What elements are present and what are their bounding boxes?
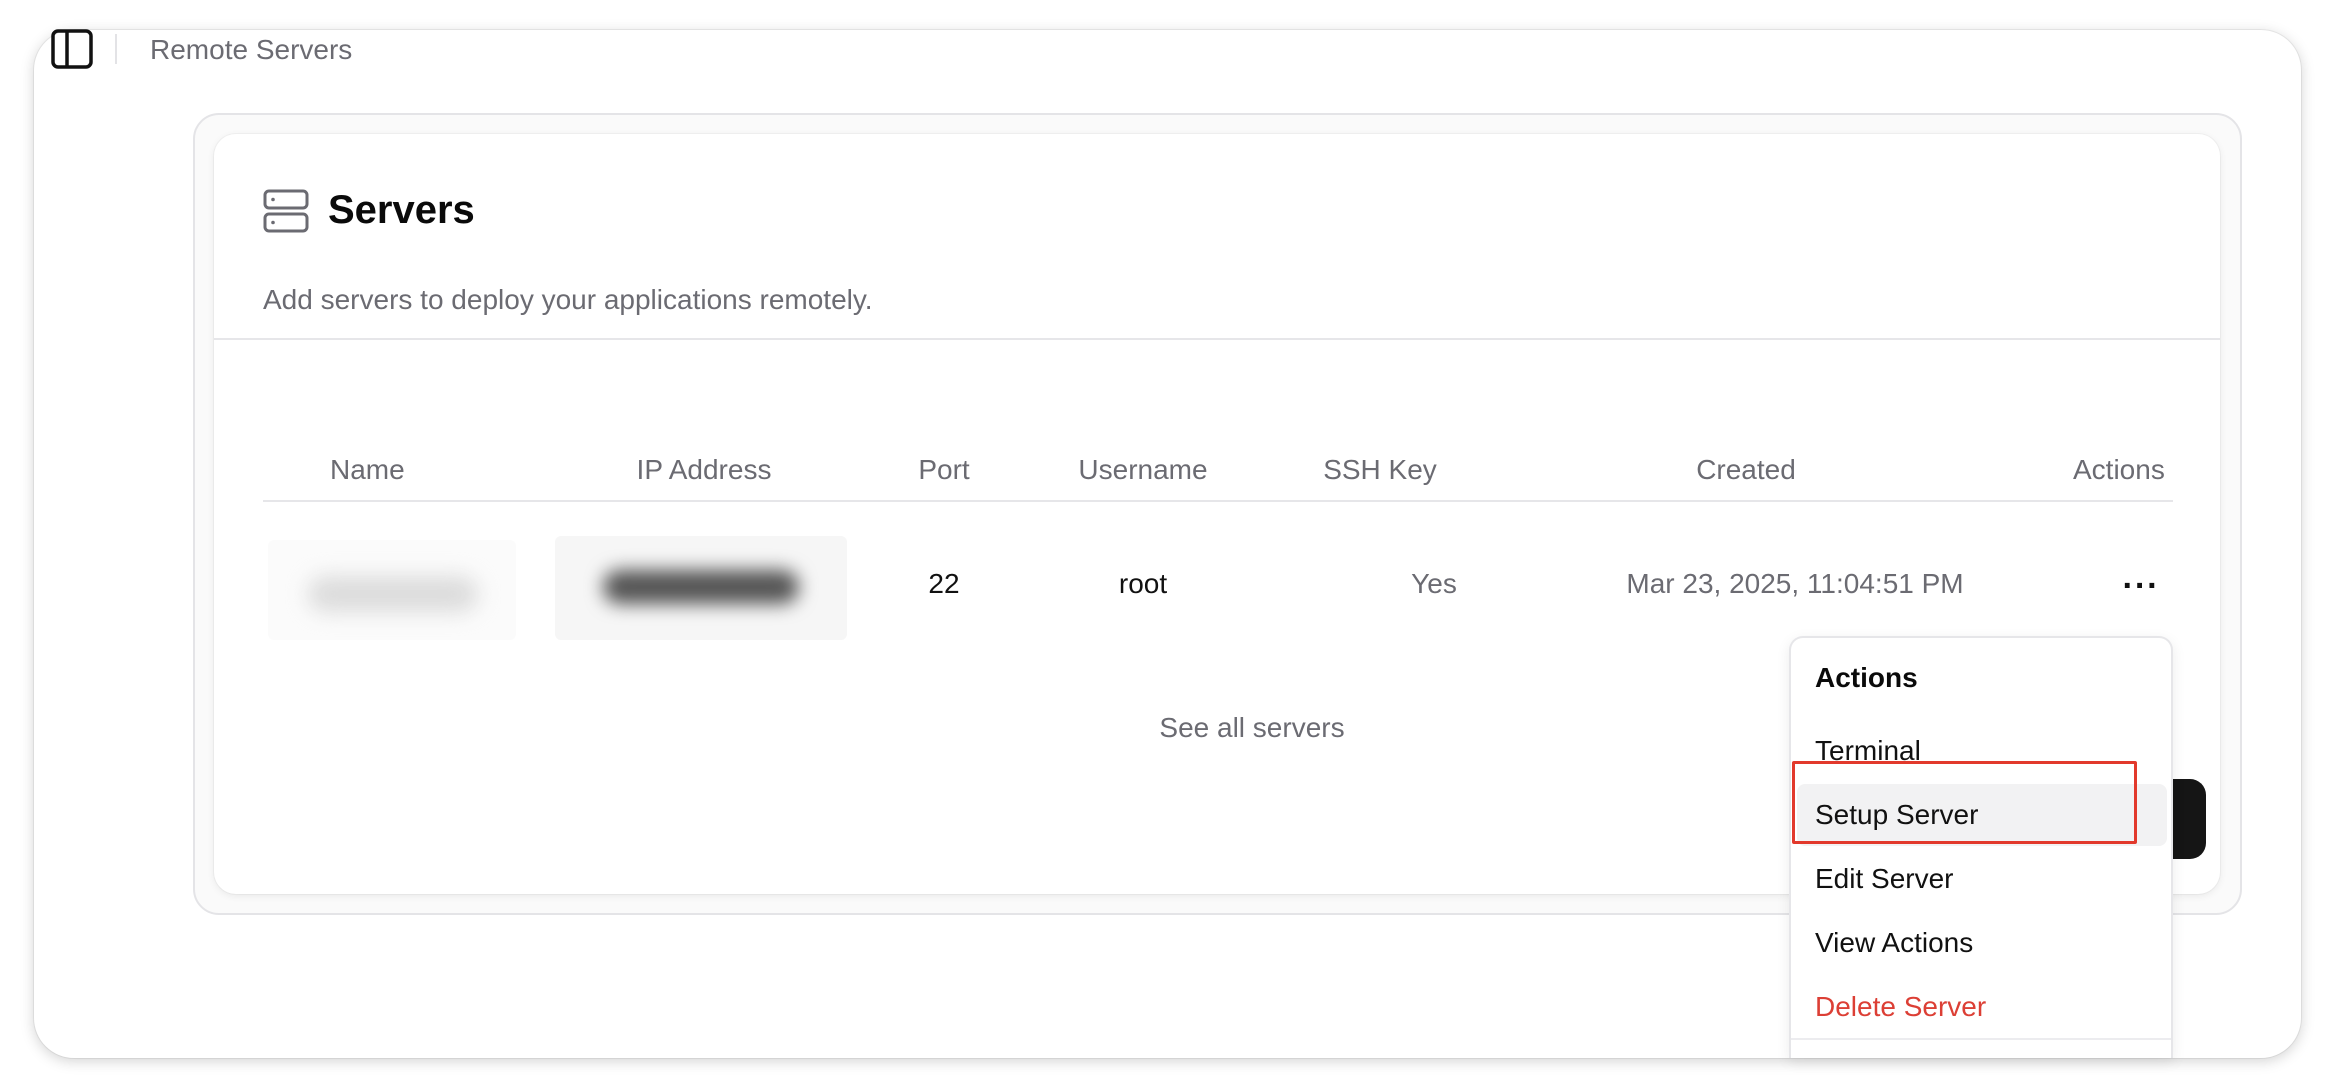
topbar-separator (115, 34, 117, 64)
column-header-port: Port (918, 454, 970, 485)
card-description: Add servers to deploy your applications … (263, 284, 873, 315)
menu-label: Actions (1815, 662, 1918, 693)
server-name-redacted (268, 540, 516, 640)
cell-port: 22 (928, 568, 960, 599)
column-header-username: Username (1078, 454, 1208, 485)
column-header-name: Name (330, 454, 405, 485)
server-ip-redacted (555, 536, 847, 640)
row-actions-button[interactable]: ··· (2116, 569, 2166, 612)
cell-ssh-key: Yes (1411, 568, 1457, 599)
menu-divider (1791, 1038, 2171, 1040)
menu-item-view-actions[interactable]: View Actions (1797, 912, 2167, 974)
actions-dropdown-menu: Actions Terminal Setup Server Edit Serve… (1789, 636, 2173, 1058)
column-header-ssh-key: SSH Key (1323, 454, 1437, 485)
menu-item-delete-server[interactable]: Delete Server (1797, 976, 2167, 1038)
column-header-ip: IP Address (636, 454, 772, 485)
ellipsis-icon: ··· (2122, 567, 2160, 605)
menu-item-terminal[interactable]: Terminal (1797, 720, 2167, 782)
cell-created: Mar 23, 2025, 11:04:51 PM (1626, 568, 1964, 599)
column-header-created: Created (1696, 454, 1796, 485)
server-stack-icon (263, 188, 309, 234)
card-header-divider (214, 338, 2220, 340)
cell-username: root (1118, 568, 1168, 599)
column-header-actions: Actions (2073, 454, 2165, 485)
see-all-servers-link[interactable]: See all servers (1159, 710, 1344, 746)
card-title: Servers (328, 188, 475, 232)
sidebar-panel-icon (51, 29, 93, 69)
sidebar-toggle-button[interactable] (50, 28, 94, 70)
table-header-divider (263, 500, 2173, 502)
page-title: Remote Servers (150, 34, 353, 65)
menu-item-edit-server[interactable]: Edit Server (1797, 848, 2167, 910)
menu-item-setup-server[interactable]: Setup Server (1797, 784, 2167, 846)
